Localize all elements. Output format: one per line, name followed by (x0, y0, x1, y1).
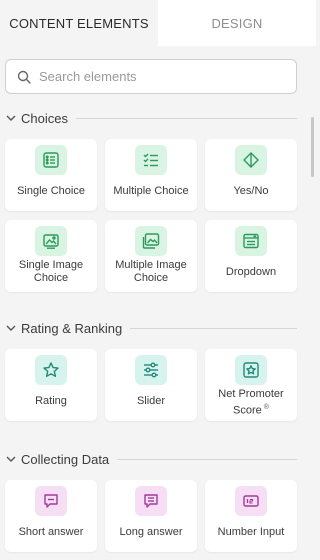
search-box[interactable] (5, 59, 297, 94)
element-dropdown[interactable]: Dropdown (205, 220, 297, 292)
element-rating[interactable]: Rating (5, 349, 97, 421)
chevron-down-icon (6, 456, 16, 462)
element-single-image-choice[interactable]: Single Image Choice (5, 220, 97, 292)
tab-bar: CONTENT ELEMENTS DESIGN (0, 0, 316, 46)
number-input-icon (235, 486, 267, 516)
section-header-choices[interactable]: Choices (5, 109, 297, 127)
tab-design[interactable]: DESIGN (158, 0, 316, 46)
chevron-down-icon (6, 115, 16, 121)
chevron-down-icon (6, 325, 16, 331)
element-label: Long answer (119, 526, 183, 538)
yes-no-icon (235, 145, 267, 175)
dropdown-icon (235, 226, 267, 256)
element-multiple-choice[interactable]: Multiple Choice (105, 139, 197, 211)
element-label: Single Image Choice (18, 259, 84, 284)
element-label: Number Input (217, 526, 285, 538)
element-label: Multiple Choice (113, 185, 189, 197)
divider (117, 458, 297, 460)
section-title: Collecting Data (21, 451, 110, 467)
element-label: Yes/No (233, 185, 269, 197)
long-answer-icon (135, 486, 167, 516)
registered-mark: ® (263, 404, 269, 411)
nps-icon (235, 355, 267, 385)
element-net-promoter-score[interactable]: Net Promoter Score ® (205, 349, 297, 421)
section-header-collecting-data[interactable]: Collecting Data (5, 450, 297, 468)
element-label-wrap: Net Promoter Score ® (205, 388, 297, 418)
section-title: Choices (21, 110, 68, 126)
divider (75, 117, 297, 119)
search-input[interactable] (39, 69, 269, 84)
element-label: Slider (136, 395, 166, 407)
multiple-image-icon (135, 226, 167, 256)
element-slider[interactable]: Slider (105, 349, 197, 421)
section-title: Rating & Ranking (21, 320, 123, 336)
element-label: Dropdown (225, 266, 277, 278)
element-number-input[interactable]: Number Input (205, 480, 297, 552)
tab-content-elements[interactable]: CONTENT ELEMENTS (0, 0, 158, 46)
element-long-answer[interactable]: Long answer (105, 480, 197, 552)
element-label: Single Choice (17, 185, 85, 197)
short-answer-icon (35, 486, 67, 516)
element-label: Net Promoter Score (218, 388, 284, 417)
element-yes-no[interactable]: Yes/No (205, 139, 297, 211)
multiple-choice-icon (135, 145, 167, 175)
single-image-icon (35, 226, 67, 256)
star-icon (35, 355, 67, 385)
element-single-choice[interactable]: Single Choice (5, 139, 97, 211)
scrollbar-thumb[interactable] (311, 117, 314, 177)
section-header-rating-ranking[interactable]: Rating & Ranking (5, 319, 297, 337)
element-label: Short answer (18, 526, 84, 538)
element-label: Rating (35, 395, 67, 407)
element-short-answer[interactable]: Short answer (5, 480, 97, 552)
element-multiple-image-choice[interactable]: Multiple Image Choice (105, 220, 197, 292)
element-label: Multiple Image Choice (115, 259, 187, 284)
divider (130, 327, 297, 329)
slider-icon (135, 355, 167, 385)
search-icon (17, 70, 31, 84)
single-choice-icon (35, 145, 67, 175)
